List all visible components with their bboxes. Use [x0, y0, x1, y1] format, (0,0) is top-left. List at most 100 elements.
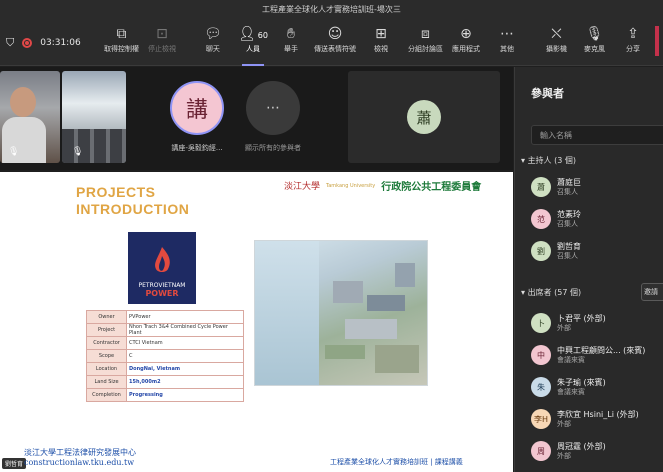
- participant-role: 召集人: [557, 187, 578, 196]
- shield-icon: ⛉: [6, 36, 15, 49]
- attendees-header[interactable]: ▾ 出席者 (57 個): [521, 287, 581, 298]
- participant-name: 卜君平 (外部): [557, 313, 606, 323]
- avatar: 周: [531, 441, 551, 461]
- participant-video-2[interactable]: 🎙︎: [62, 71, 126, 163]
- table-value-cell: Nhon Trach 3&4 Combined Cycle Power Plan…: [126, 323, 244, 337]
- avatar: 范: [531, 209, 551, 229]
- mic-off-icon: 🎙︎: [72, 147, 84, 157]
- people-count: 60: [257, 31, 268, 40]
- participant-role: 外部: [557, 451, 571, 460]
- meeting-toolbar: ⛉ 03:31:06 ⧉ 取得控制權 ⊡ 停止檢視 💬︎ 聊天 👤︎ 60 人員 …: [0, 18, 663, 66]
- meeting-timer: 03:31:06: [40, 38, 81, 48]
- avatar: 朱: [531, 377, 551, 397]
- breakout-icon: ⧈: [421, 26, 430, 42]
- invite-button[interactable]: 邀請: [641, 283, 663, 301]
- raise-hand-button[interactable]: ✋︎ 舉手: [284, 26, 298, 54]
- avatar: 李H: [531, 409, 551, 429]
- share-button[interactable]: ⇪ 分享: [626, 26, 640, 54]
- project-info-table: Owner PVPower Project Nhon Trach 3&4 Combin…: [86, 310, 244, 402]
- table-row: Contractor CTCI Vietnam: [86, 336, 244, 350]
- emoji-icon: ☺: [327, 26, 343, 42]
- avatar: 蕭: [531, 177, 551, 197]
- apps-button[interactable]: ⊕ 應用程式: [452, 26, 480, 54]
- participant-row[interactable]: 蕭蕭庭巨 召集人: [531, 177, 581, 197]
- participant-search-input[interactable]: 輸入名稱: [531, 125, 663, 145]
- participant-name: 劉哲育: [557, 241, 581, 251]
- table-key-cell: Contractor: [86, 336, 127, 350]
- leave-button[interactable]: [655, 26, 659, 56]
- table-key-cell: Scope: [86, 349, 127, 363]
- reactions-button[interactable]: ☺ 傳送表情符號: [314, 26, 356, 54]
- flame-icon: [155, 247, 170, 272]
- organizers-header[interactable]: ▾ 主持人 (3 個): [521, 155, 576, 166]
- participant-row[interactable]: 李H 李欣宜 Hsini_Li (外部) 外部: [531, 409, 639, 429]
- partner-logos: 淡江大學 Tamkang University 行政院公共工程委員會: [284, 178, 481, 193]
- show-all-tile[interactable]: ⋯ 顯示所有的參與者: [222, 71, 324, 163]
- slide-title: PROJECTS INTRODUCTION: [76, 184, 190, 217]
- participant-row[interactable]: 卜卜君平 (外部) 外部: [531, 313, 606, 333]
- avatar: 中: [531, 345, 551, 365]
- table-value-cell: Progressing: [126, 388, 244, 402]
- power-plant-rendering: [254, 240, 428, 386]
- chat-button[interactable]: 💬︎ 聊天: [204, 26, 222, 54]
- more-button[interactable]: ⋯ 其他: [500, 26, 514, 54]
- meeting-status: ⛉ 03:31:06: [6, 36, 81, 50]
- table-row: Location DongNai, Vietnam: [86, 362, 244, 376]
- stop-view-button[interactable]: ⊡ 停止檢視: [148, 26, 176, 54]
- people-icon: 👤︎ 60: [238, 26, 268, 42]
- chat-icon: 💬︎: [204, 26, 222, 42]
- shared-slide: PROJECTS INTRODUCTION 淡江大學 Tamkang Unive…: [0, 172, 513, 472]
- people-button[interactable]: 👤︎ 60 人員: [238, 26, 268, 66]
- panel-title: 參與者: [531, 87, 564, 100]
- participant-role: 召集人: [557, 251, 578, 260]
- table-key-cell: Land Size: [86, 375, 127, 389]
- tamkang-en-logo: Tamkang University: [326, 182, 376, 189]
- breakout-rooms-button[interactable]: ⧈ 分組討論區: [408, 26, 443, 54]
- more-participants-icon: ⋯: [246, 81, 300, 135]
- table-value-cell: C: [126, 349, 244, 363]
- participant-name: 李欣宜 Hsini_Li (外部): [557, 409, 639, 419]
- table-key-cell: Project: [86, 323, 127, 337]
- slide-footer-right: 工程產業全球化人才實務培訓班 | 課程講義: [330, 458, 463, 466]
- show-all-label: 顯示所有的參與者: [245, 144, 301, 152]
- participant-tile-large[interactable]: 蕭: [348, 71, 500, 163]
- camera-button[interactable]: ⛌ 攝影機: [546, 26, 567, 54]
- participant-row[interactable]: 朱朱子瑜 (來賓) 會議來賓: [531, 377, 606, 397]
- chevron-down-icon: ▾: [521, 156, 526, 165]
- take-control-button[interactable]: ⧉ 取得控制權: [104, 26, 139, 54]
- participant-name: 蕭庭巨: [557, 177, 581, 187]
- avatar: 劉: [531, 241, 551, 261]
- recording-icon: [22, 38, 33, 48]
- participant-row[interactable]: 周周冠霆 (外部) 外部: [531, 441, 606, 461]
- microphone-button[interactable]: 🎙︎ 麥克風: [584, 26, 605, 54]
- table-value-cell: PVPower: [126, 310, 244, 324]
- table-key-cell: Completion: [86, 388, 127, 402]
- participant-role: 召集人: [557, 219, 578, 228]
- more-icon: ⋯: [500, 26, 514, 42]
- participant-row[interactable]: 范范素玲 召集人: [531, 209, 581, 229]
- presenter-name-badge: 劉哲育: [2, 458, 27, 469]
- window-title: 工程產業全球化人才實務培訓班-場次三: [0, 0, 663, 18]
- participant-name: 朱子瑜 (來賓): [557, 377, 606, 387]
- share-icon: ⇪: [627, 26, 639, 42]
- chevron-down-icon: ▾: [521, 288, 526, 297]
- screen-control-icon: ⧉: [116, 26, 127, 42]
- participant-row[interactable]: 劉劉哲育 召集人: [531, 241, 581, 261]
- participant-video-1[interactable]: 🎙︎: [0, 71, 60, 163]
- camera-off-icon: ⛌: [551, 26, 562, 42]
- table-value-cell: DongNai, Vietnam: [126, 362, 244, 376]
- sea-area: [255, 241, 319, 385]
- speaker-avatar: 講: [170, 81, 224, 135]
- participant-avatar: 蕭: [407, 100, 441, 134]
- mic-off-icon: 🎙︎: [585, 26, 604, 42]
- table-row: Project Nhon Trach 3&4 Combined Cycle Pow…: [86, 323, 244, 337]
- participant-name: 中興工程顧問公... (來賓): [557, 345, 646, 355]
- view-button[interactable]: ⊞ 檢視: [374, 26, 388, 54]
- table-value-cell: 15h,000m2: [126, 375, 244, 389]
- participant-name: 范素玲: [557, 209, 581, 219]
- participant-role: 會議來賓: [557, 355, 585, 364]
- participant-row[interactable]: 中中興工程顧問公... (來賓) 會議來賓: [531, 345, 645, 365]
- speaker-name: 講座-吳毅鈞經...: [171, 144, 223, 152]
- teams-meeting-window: 工程產業全球化人才實務培訓班-場次三 ⛉ 03:31:06 ⧉ 取得控制權 ⊡ …: [0, 0, 663, 472]
- table-row: Land Size 15h,000m2: [86, 375, 244, 389]
